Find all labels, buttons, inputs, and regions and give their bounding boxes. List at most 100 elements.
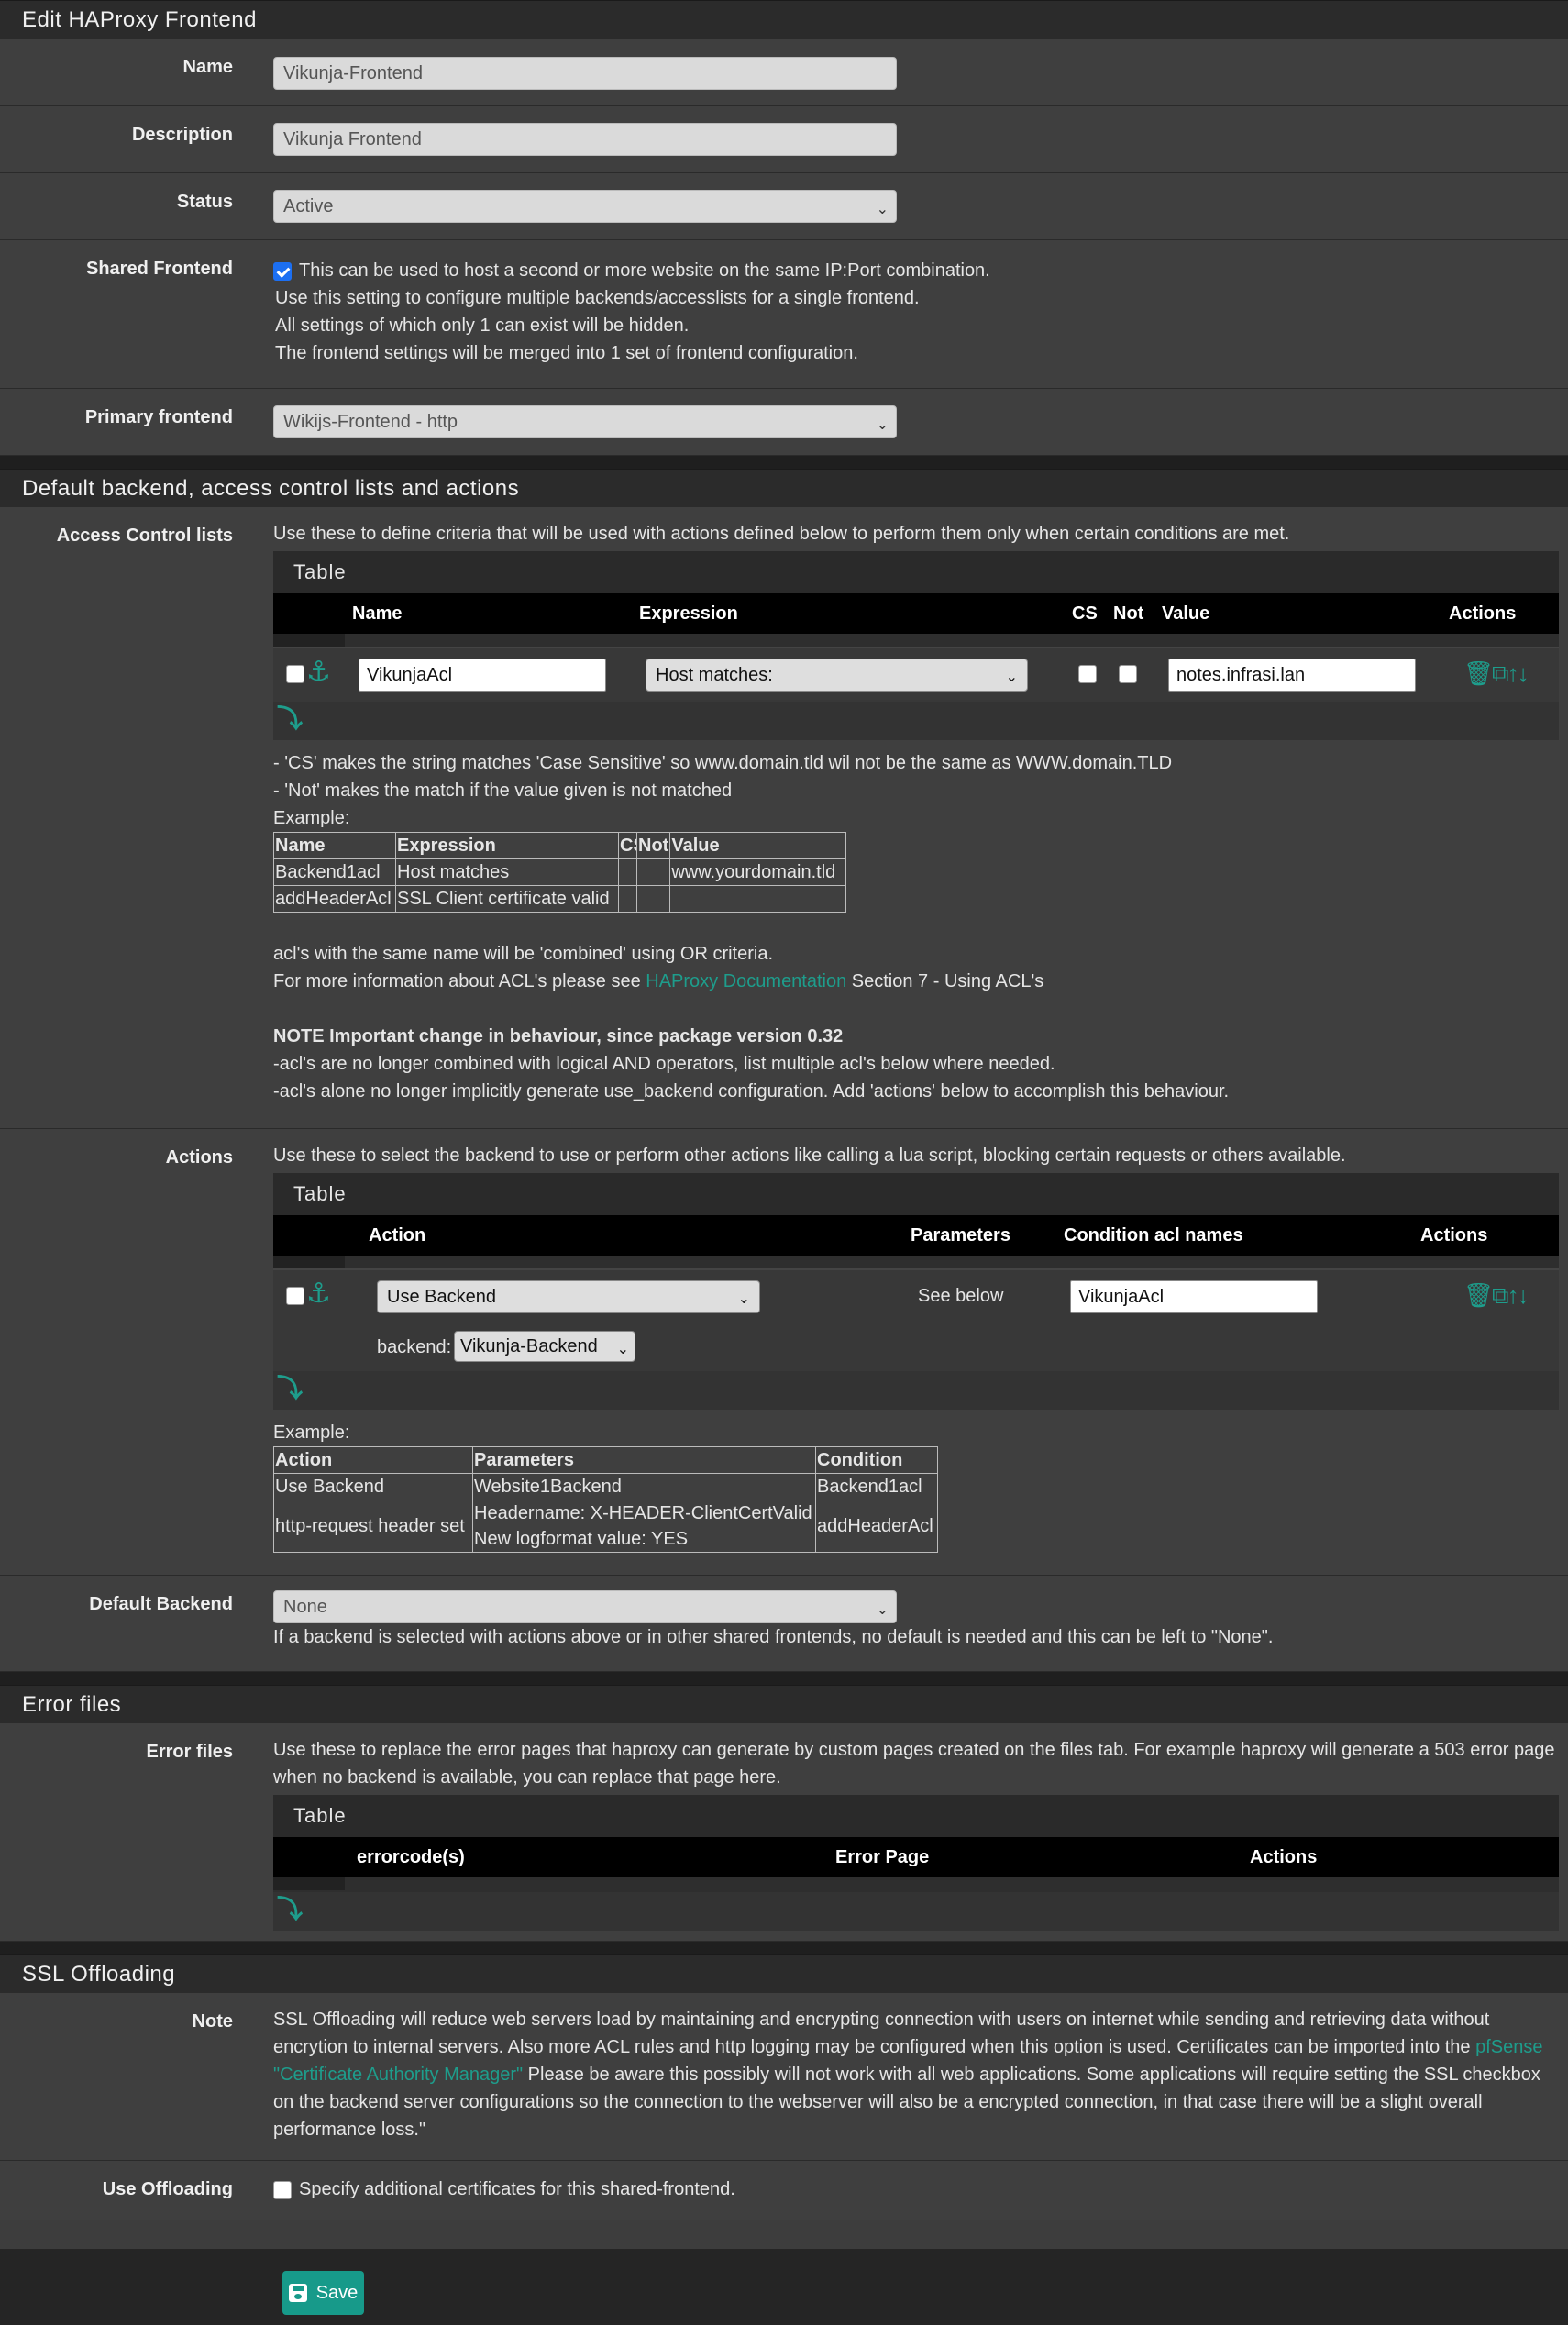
backend-param-select[interactable]: Vikunja-Backend ⌄ <box>454 1331 635 1362</box>
example-cell: www.yourdomain.tld <box>669 858 847 886</box>
example-cell: Headername: X-HEADER-ClientCertValid New… <box>472 1500 816 1553</box>
backend-param-label: backend: <box>377 1337 452 1357</box>
name-row: Name Vikunja-Frontend <box>0 39 1568 106</box>
save-button[interactable]: Save <box>282 2271 364 2315</box>
actions-example-table: Action Parameters Condition Use Backend … <box>273 1446 938 1553</box>
shared-frontend-help-1: Use this setting to configure multiple b… <box>275 288 920 308</box>
name-input[interactable]: Vikunja-Frontend <box>273 57 897 90</box>
ssl-note-row: Note SSL Offloading will reduce web serv… <box>0 1993 1568 2161</box>
section-separator <box>0 1942 1568 1954</box>
more-info-suffix: Section 7 - Using ACL's <box>846 971 1044 991</box>
arrow-down-icon[interactable]: ↓ <box>1518 1281 1529 1309</box>
default-backend-value: None <box>283 1597 327 1617</box>
shared-frontend-row: Shared Frontend This can be used to host… <box>0 240 1568 389</box>
example-cell: Website1Backend <box>472 1473 816 1500</box>
acl-example-label: Example: <box>273 808 350 828</box>
actions-col-action: Action <box>369 1225 426 1246</box>
shared-frontend-checkbox[interactable] <box>273 261 292 281</box>
panel-heading-ssl: SSL Offloading <box>0 1954 1568 1993</box>
actions-label: Actions <box>165 1147 233 1168</box>
description-input[interactable]: Vikunja Frontend <box>273 123 897 156</box>
actions-col-condition: Condition acl names <box>1064 1225 1243 1246</box>
shared-frontend-label: Shared Frontend <box>85 259 233 279</box>
acl-col-not: Not <box>1113 603 1144 624</box>
acl-note-not: - 'Not' makes the match if the value giv… <box>273 781 733 801</box>
action-type-value: Use Backend <box>387 1287 496 1307</box>
shared-frontend-help-3: The frontend settings will be merged int… <box>275 343 858 363</box>
arrow-up-icon[interactable]: ↑ <box>1507 659 1519 687</box>
copy-icon[interactable]: ⧉ <box>1492 659 1509 687</box>
acl-intro: Use these to define criteria that will b… <box>273 524 1290 544</box>
use-offloading-row: Use Offloading Specify additional certif… <box>0 2161 1568 2220</box>
actions-example-label: Example: <box>273 1423 350 1443</box>
add-row-icon[interactable]: ⤵ <box>277 705 303 733</box>
row-actions: 🗑⧉↑↓ <box>1463 1281 1529 1309</box>
add-row-icon[interactable]: ⤵ <box>277 1896 303 1923</box>
action-parameters-text: See below <box>918 1286 1004 1306</box>
default-backend-select[interactable]: None ⌄ <box>273 1590 897 1623</box>
backend-param-row: backend: Vikunja-Backend ⌄ <box>273 1323 1559 1371</box>
save-icon <box>288 2284 307 2302</box>
example-param-line: New logformat value: YES <box>474 1529 689 1549</box>
haproxy-documentation-link[interactable]: HAProxy Documentation <box>646 971 846 991</box>
anchor-icon[interactable]: ⚓ <box>306 659 331 686</box>
action-type-select[interactable]: Use Backend ⌄ <box>377 1280 760 1313</box>
table-row: ⚓ Use Backend ⌄ See below VikunjaAcl 🗑⧉↑… <box>273 1268 1559 1323</box>
actions-col-actions: Actions <box>1420 1225 1488 1246</box>
trash-icon[interactable]: 🗑 <box>1463 659 1494 687</box>
error-files-table: Table errorcode(s) Error Page Actions ⤵ <box>273 1795 1559 1931</box>
primary-frontend-select[interactable]: Wikijs-Frontend - http ⌄ <box>273 405 897 438</box>
add-row-icon[interactable]: ⤵ <box>277 1375 303 1402</box>
acl-expression-select[interactable]: Host matches: ⌄ <box>646 659 1028 692</box>
acl-name-input[interactable]: VikunjaAcl <box>359 659 606 692</box>
error-table-spacer <box>273 1877 1559 1892</box>
example-cell: http-request header set <box>273 1500 473 1553</box>
acl-note-cs: - 'CS' makes the string matches 'Case Se… <box>273 753 1173 773</box>
acl-col-name: Name <box>352 603 403 624</box>
anchor-icon[interactable]: ⚓ <box>306 1280 331 1308</box>
primary-frontend-label: Primary frontend <box>84 407 233 427</box>
default-backend-label: Default Backend <box>89 1594 233 1614</box>
example-cell: SSL Client certificate valid <box>395 885 619 913</box>
table-row: ⚓ VikunjaAcl Host matches: ⌄ notes.infra… <box>273 647 1559 702</box>
example-col-not: Not <box>635 832 671 859</box>
error-files-row: Error files Use these to replace the err… <box>0 1723 1568 1942</box>
copy-icon[interactable]: ⧉ <box>1492 1281 1509 1309</box>
panel-heading-edit-frontend: Edit HAProxy Frontend <box>0 0 1568 39</box>
example-cell <box>618 858 637 886</box>
arrow-down-icon[interactable]: ↓ <box>1518 659 1529 687</box>
action-row-select-checkbox[interactable] <box>286 1287 304 1305</box>
ssl-note-part1: SSL Offloading will reduce web servers l… <box>273 2009 1490 2057</box>
ssl-note-label: Note <box>192 2011 233 2032</box>
error-files-label: Error files <box>146 1742 233 1762</box>
acl-not-checkbox[interactable] <box>1119 665 1137 683</box>
status-select[interactable]: Active ⌄ <box>273 190 897 223</box>
error-add-row: ⤵ <box>273 1892 1559 1931</box>
example-cell <box>669 885 847 913</box>
table-row: Backend1acl Host matches www.yourdomain.… <box>273 858 847 886</box>
save-button-label: Save <box>315 2283 359 2303</box>
action-condition-input[interactable]: VikunjaAcl <box>1070 1280 1318 1313</box>
acl-example-table: Name Expression CS Not Value Backend1acl… <box>273 832 847 913</box>
use-offloading-checkbox[interactable] <box>273 2180 292 2199</box>
status-row: Status Active ⌄ <box>0 173 1568 240</box>
actions-table: Table Action Parameters Condition acl na… <box>273 1173 1559 1410</box>
default-backend-help: If a backend is selected with actions ab… <box>273 1627 1274 1647</box>
trash-icon[interactable]: 🗑 <box>1463 1281 1494 1309</box>
example-cell: Use Backend <box>273 1473 473 1500</box>
arrow-up-icon[interactable]: ↑ <box>1507 1281 1519 1309</box>
error-col-code: errorcode(s) <box>357 1847 465 1867</box>
status-label: Status <box>176 192 233 212</box>
error-section-title: Error files <box>22 1691 122 1717</box>
acl-cs-checkbox[interactable] <box>1078 665 1097 683</box>
example-col-expression: Expression <box>395 832 619 859</box>
acl-value-input[interactable]: notes.infrasi.lan <box>1168 659 1416 692</box>
important-note-title: NOTE Important change in behaviour, sinc… <box>273 1026 844 1046</box>
status-select-value: Active <box>283 196 334 216</box>
acl-table-header: Name Expression CS Not Value Actions <box>273 593 1559 634</box>
primary-frontend-value: Wikijs-Frontend - http <box>283 412 458 432</box>
acl-row-select-checkbox[interactable] <box>286 665 304 683</box>
acl-expression-value: Host matches: <box>656 665 773 685</box>
chevron-down-icon: ⌄ <box>876 417 889 433</box>
example-cell <box>635 858 671 886</box>
